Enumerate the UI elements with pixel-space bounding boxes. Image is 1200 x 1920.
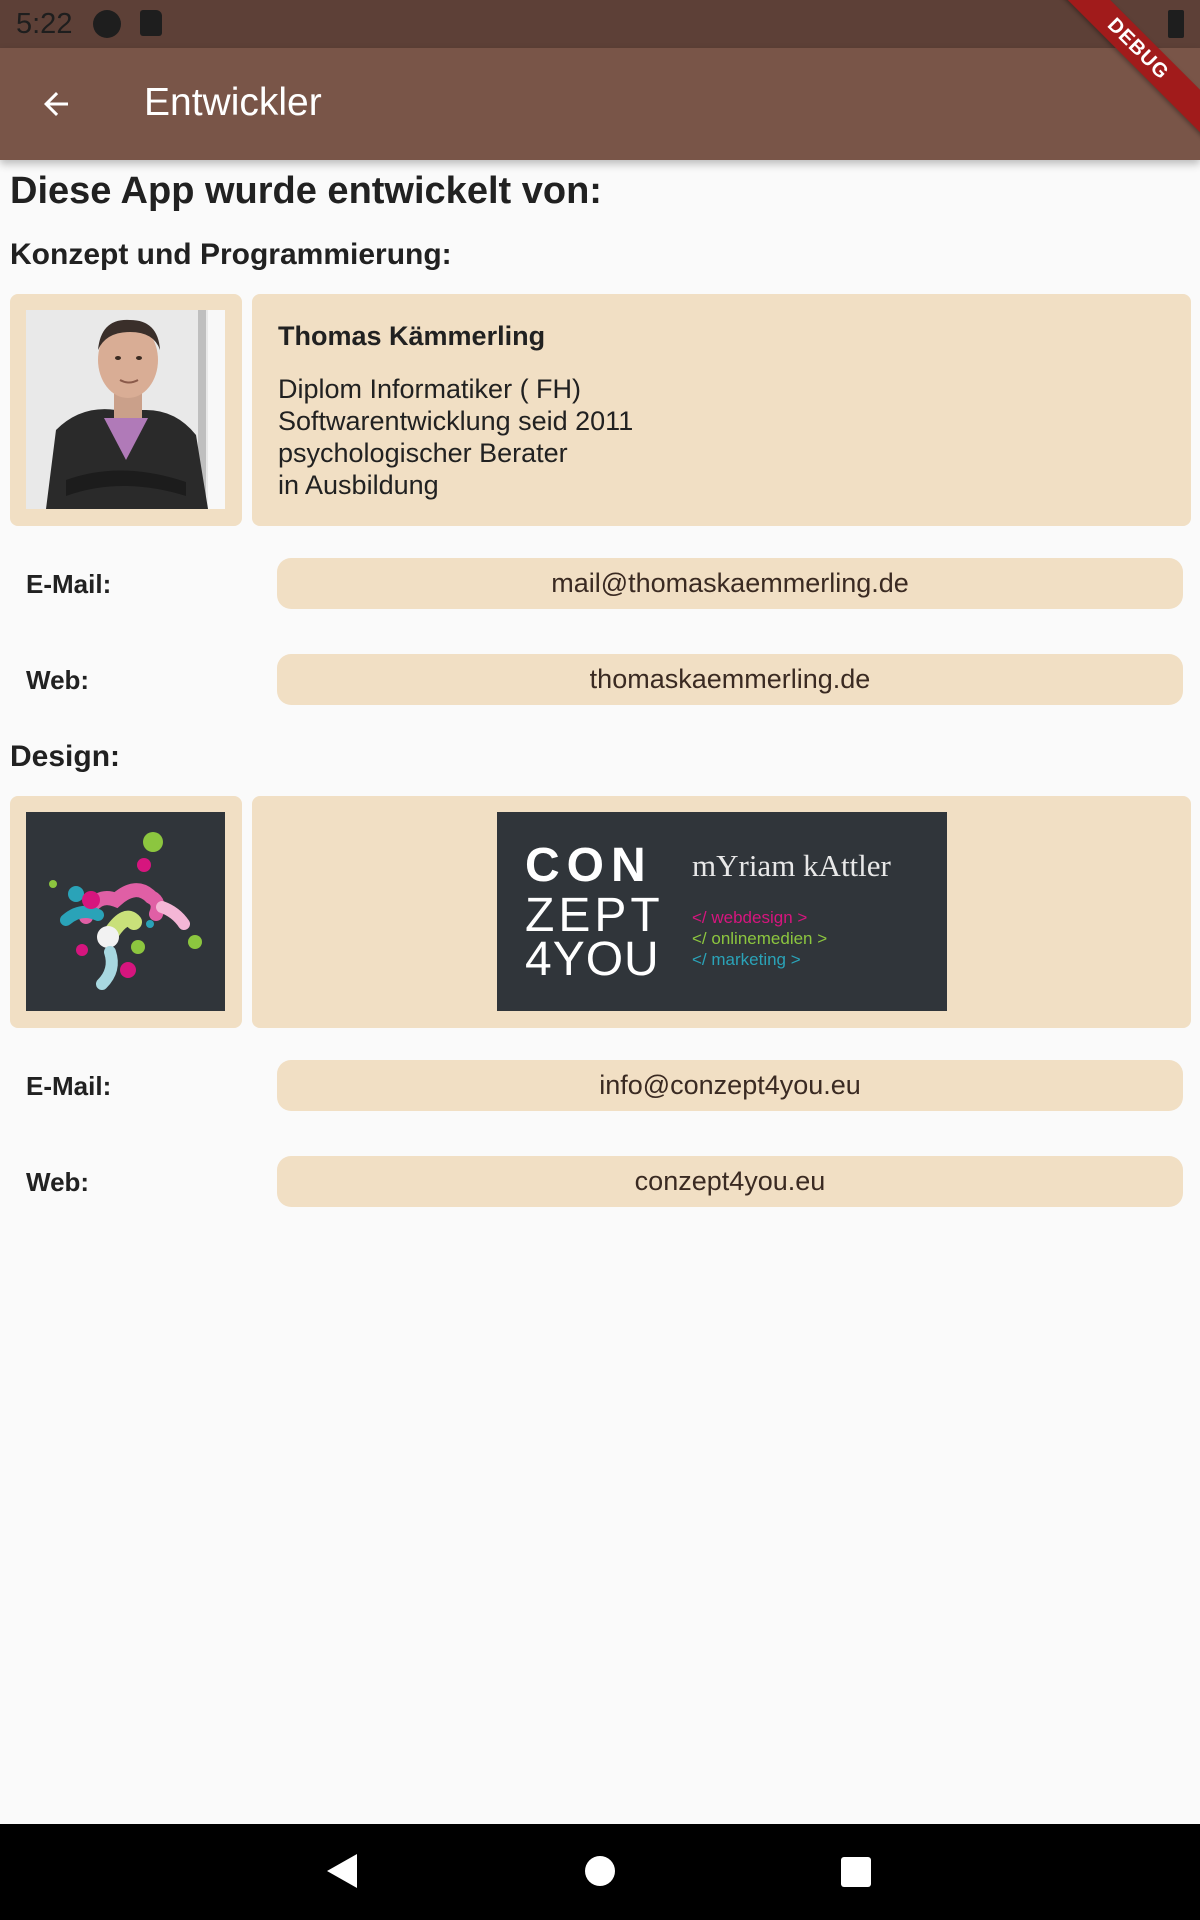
designer-banner-card: CON ZEPT 4YOU mYriam kAttler </ webdesig… <box>252 796 1191 1028</box>
developer-email-label: E-Mail: <box>26 569 112 599</box>
banner-designer-name: mYriam kAttler <box>692 848 891 883</box>
sd-card-icon <box>140 10 162 36</box>
developer-name: Thomas Kämmerling <box>278 321 546 351</box>
banner-logo-line: 4YOU <box>525 933 660 986</box>
system-nav-bar <box>0 1824 1200 1920</box>
developer-info-card: Thomas Kämmerling Diplom Informatiker ( … <box>252 294 1191 526</box>
section-heading-design: Design: <box>10 740 121 773</box>
designer-web-button[interactable]: conzept4you.eu <box>277 1156 1183 1207</box>
developer-line: psychologischer Berater <box>278 438 568 468</box>
notification-icon <box>93 10 121 38</box>
status-bar: 5:22 <box>0 0 1200 48</box>
developer-web-button[interactable]: thomaskaemmerling.de <box>277 654 1183 705</box>
nav-home-icon[interactable] <box>585 1856 615 1886</box>
developer-web-label: Web: <box>26 665 90 695</box>
designer-logo <box>26 812 225 1011</box>
developer-email-button[interactable]: mail@thomaskaemmerling.de <box>277 558 1183 609</box>
developer-line: in Ausbildung <box>278 470 439 500</box>
app-bar: Entwickler <box>0 48 1200 160</box>
developer-line: Softwarentwicklung seid 2011 <box>278 406 634 436</box>
banner-service: </ marketing > <box>692 950 801 969</box>
battery-icon <box>1168 10 1184 38</box>
page-title: Entwickler <box>144 81 322 124</box>
designer-email-label: E-Mail: <box>26 1071 112 1101</box>
page-heading: Diese App wurde entwickelt von: <box>10 170 602 212</box>
developer-line: Diplom Informatiker ( FH) <box>278 374 582 404</box>
banner-logo-line: CON <box>525 839 653 892</box>
section-heading-concept: Konzept und Programmierung: <box>10 238 452 271</box>
designer-email-button[interactable]: info@conzept4you.eu <box>277 1060 1183 1111</box>
developer-photo <box>26 310 225 509</box>
banner-service: </ webdesign > <box>692 908 808 927</box>
arrow-back-icon <box>44 92 68 116</box>
designer-web-label: Web: <box>26 1167 90 1197</box>
nav-back-icon[interactable] <box>327 1854 357 1888</box>
nav-recents-icon[interactable] <box>841 1857 871 1887</box>
status-time: 5:22 <box>16 8 73 40</box>
back-button[interactable] <box>22 70 90 138</box>
banner-service: </ onlinemedien > <box>692 929 828 948</box>
designer-logo-card <box>10 796 242 1028</box>
developer-photo-card <box>10 294 242 526</box>
designer-banner: CON ZEPT 4YOU mYriam kAttler </ webdesig… <box>497 812 947 1011</box>
